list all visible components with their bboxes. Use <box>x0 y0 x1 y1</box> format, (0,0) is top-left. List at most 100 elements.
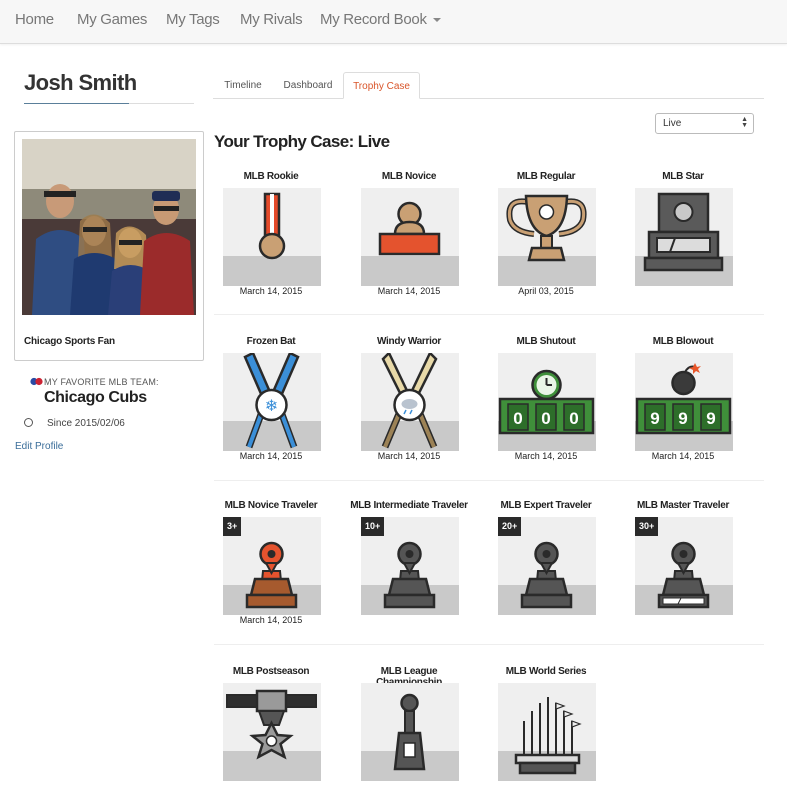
trophy-card[interactable]: MLB Regular April 03, 2015 <box>486 171 606 311</box>
rookie-trophy-icon <box>258 192 286 260</box>
trophy-image <box>498 188 596 286</box>
score-digit: 9 <box>678 409 687 428</box>
postseason-medal-icon <box>226 689 317 760</box>
league-championship-icon <box>393 693 426 771</box>
trophy-image: 30+ <box>635 517 733 615</box>
tab-trophy-case[interactable]: Trophy Case <box>343 72 420 99</box>
trophy-image <box>361 683 459 781</box>
trophy-name: MLB Regular <box>516 171 576 182</box>
trophy-image: 0 0 0 <box>498 353 596 451</box>
trophy-card[interactable]: MLB Rookie March 14, 2015 <box>211 171 331 311</box>
trophy-filter-value: Live <box>663 118 682 129</box>
trophy-image <box>361 188 459 286</box>
trophy-name: Windy Warrior <box>377 336 441 347</box>
tab-timeline[interactable]: Timeline <box>213 72 273 99</box>
trophy-filter-select[interactable]: Live ▲ ▼ <box>655 113 754 134</box>
trophy-date: March 14, 2015 <box>239 286 303 296</box>
windy-warrior-icon <box>381 353 438 449</box>
tab-dashboard[interactable]: Dashboard <box>275 72 341 99</box>
member-since-text: Since 2015/02/06 <box>47 418 125 429</box>
trophy-tier-badge: 30+ <box>635 517 659 536</box>
trophy-tier-badge: 20+ <box>498 517 522 536</box>
star-plaque-icon <box>643 192 724 272</box>
frozen-bat-icon: ❄ <box>243 353 300 449</box>
trophy-name: MLB Novice Traveler <box>224 500 318 511</box>
trophy-name: MLB World Series <box>505 666 587 677</box>
nav-record-book-label: My Record Book <box>320 11 427 28</box>
trophy-image <box>361 353 459 451</box>
member-since: Since 2015/02/06 <box>24 418 125 429</box>
trophy-name: MLB Master Traveler <box>636 500 730 511</box>
trophy-date: April 03, 2015 <box>518 286 574 296</box>
select-arrows-icon: ▲ ▼ <box>741 116 748 129</box>
nav-my-tags[interactable]: My Tags <box>166 11 220 28</box>
trophy-card[interactable]: MLB Master Traveler 30+ <box>623 500 743 640</box>
row-divider <box>214 314 764 315</box>
trophy-name: MLB Intermediate Traveler <box>350 500 468 511</box>
nav-my-record-book[interactable]: My Record Book <box>320 11 441 28</box>
trophy-card[interactable]: MLB Novice March 14, 2015 <box>349 171 469 311</box>
nav-my-games[interactable]: My Games <box>77 11 147 28</box>
row-divider <box>214 480 764 481</box>
world-series-icon <box>514 697 582 775</box>
trophy-name: MLB Star <box>662 171 704 182</box>
trophy-image: 20+ <box>498 517 596 615</box>
svg-text:❄: ❄ <box>265 398 278 415</box>
score-digit: 0 <box>541 409 550 428</box>
favorite-team-label: MY FAVORITE MLB TEAM: <box>44 377 159 387</box>
profile-photo <box>22 139 196 315</box>
edit-profile-link[interactable]: Edit Profile <box>15 441 63 452</box>
trophy-card[interactable]: MLB Star <box>623 171 743 311</box>
trophy-name: MLB Expert Traveler <box>500 500 592 511</box>
profile-tabs: Timeline Dashboard Trophy Case <box>213 72 764 99</box>
blowout-scoreboard-icon: 9 9 9 <box>635 363 732 435</box>
score-digit: 9 <box>650 409 659 428</box>
trophy-image <box>223 683 321 781</box>
page-title: Your Trophy Case: Live <box>214 132 390 151</box>
trophy-card[interactable]: MLB Blowout 9 9 9 March 14, 2015 <box>623 336 743 476</box>
name-divider-accent <box>24 103 129 104</box>
trophy-card[interactable]: MLB Shutout 0 0 0 March 14, 2015 <box>486 336 606 476</box>
trophy-date: March 14, 2015 <box>239 615 303 625</box>
shutout-scoreboard-icon: 0 0 0 <box>498 369 595 435</box>
trophy-name: MLB Rookie <box>243 171 299 182</box>
nav-home[interactable]: Home <box>15 11 54 28</box>
novice-trophy-icon <box>378 201 441 256</box>
trophy-image <box>223 188 321 286</box>
trophy-card[interactable]: MLB Expert Traveler 20+ <box>486 500 606 640</box>
trophy-card[interactable]: MLB World Series <box>486 666 606 806</box>
trophy-card[interactable]: Windy Warrior March 14, 2015 <box>349 336 469 476</box>
score-digit: 0 <box>569 409 578 428</box>
row-divider <box>214 644 764 645</box>
trophy-date: March 14, 2015 <box>514 451 578 461</box>
trophy-card[interactable]: Frozen Bat ❄ March 14, 2015 <box>211 336 331 476</box>
trophy-name: Frozen Bat <box>246 336 296 347</box>
trophy-card[interactable]: MLB Novice Traveler 3+ March 14, 2015 <box>211 500 331 640</box>
top-navbar: Home My Games My Tags My Rivals My Recor… <box>0 0 787 44</box>
trophy-image <box>498 683 596 781</box>
trophy-date: March 14, 2015 <box>377 286 441 296</box>
nav-my-rivals[interactable]: My Rivals <box>240 11 303 28</box>
trophy-date: March 14, 2015 <box>377 451 441 461</box>
trophy-date: March 14, 2015 <box>239 451 303 461</box>
trophy-tier-badge: 3+ <box>223 517 242 536</box>
favorite-team-name: Chicago Cubs <box>44 389 147 406</box>
regular-cup-icon <box>506 194 587 262</box>
trophy-card[interactable]: MLB League Championship <box>349 666 469 806</box>
trophy-card[interactable]: MLB Intermediate Traveler 10+ <box>349 500 469 640</box>
trophy-image: ❄ <box>223 353 321 451</box>
trophy-date: March 14, 2015 <box>651 451 715 461</box>
trophy-image <box>635 188 733 286</box>
trophy-image: 10+ <box>361 517 459 615</box>
trophy-name: MLB Postseason <box>232 666 310 677</box>
trophy-card[interactable]: MLB Postseason <box>211 666 331 806</box>
clock-icon <box>24 418 33 427</box>
trophy-image: 9 9 9 <box>635 353 733 451</box>
trophy-name: MLB Novice <box>381 171 437 182</box>
profile-caption: Chicago Sports Fan <box>24 336 115 347</box>
trophy-name: MLB Blowout <box>652 336 714 347</box>
score-digit: 0 <box>513 409 522 428</box>
caret-down-icon <box>432 18 441 23</box>
profile-card: Chicago Sports Fan <box>14 131 204 361</box>
cubs-team-icon <box>30 377 43 386</box>
